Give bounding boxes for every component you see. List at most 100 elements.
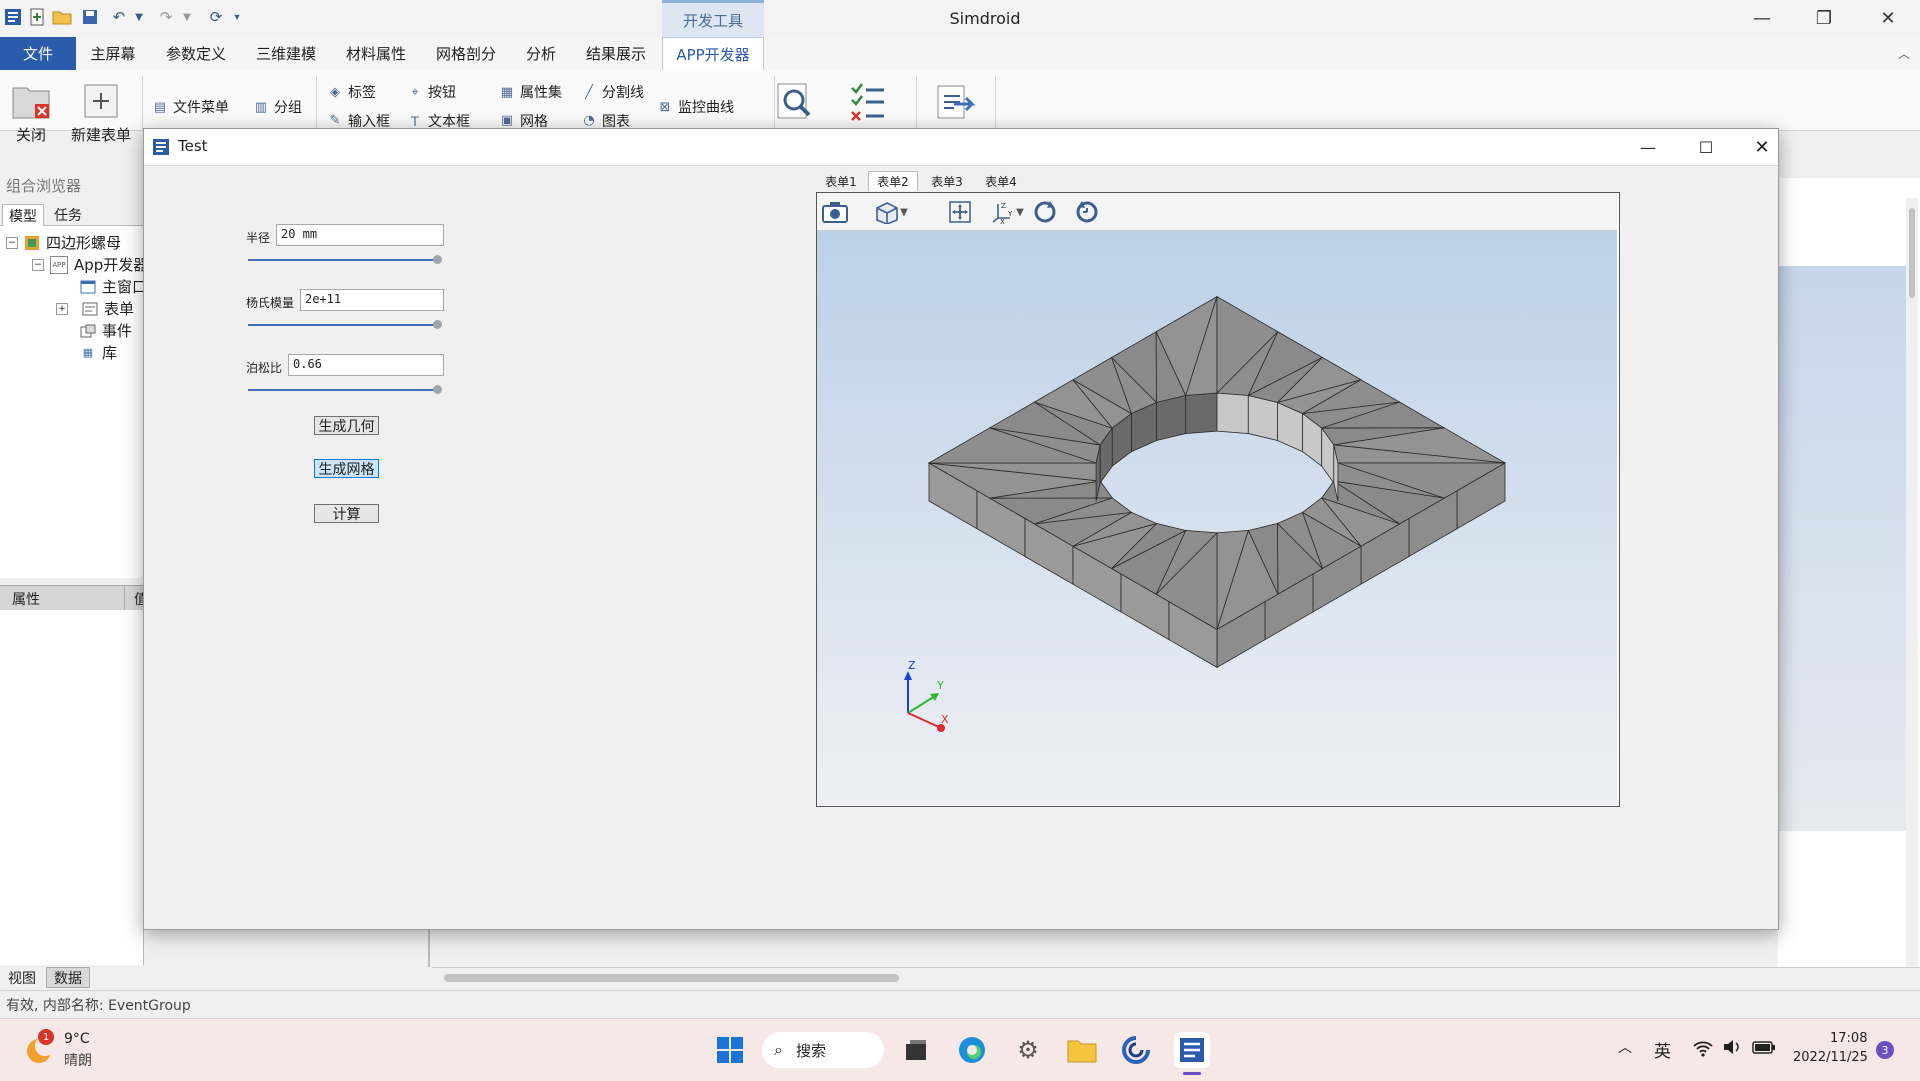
tree-node-event[interactable]: 事件: [80, 320, 132, 341]
clock-date[interactable]: 2022/11/25: [1793, 1050, 1868, 1065]
form-tab-4[interactable]: 表单4: [976, 171, 1026, 191]
tab-3d-modeling[interactable]: 三维建模: [246, 37, 326, 70]
tab-data[interactable]: 数据: [46, 967, 90, 988]
close-button[interactable]: ✕: [1860, 0, 1916, 37]
input-widget-button[interactable]: ✎ 输入框: [326, 112, 390, 129]
edge-browser-icon[interactable]: [954, 1032, 990, 1068]
youngs-modulus-slider[interactable]: [248, 324, 436, 326]
button-widget-button[interactable]: ⌖ 按钮: [406, 82, 456, 102]
axis-dropdown-icon[interactable]: ▼: [1013, 199, 1027, 225]
mesh-widget-button[interactable]: ▣ 网格: [498, 112, 548, 129]
volume-icon[interactable]: [1722, 1038, 1742, 1060]
form-tab-1[interactable]: 表单1: [816, 171, 866, 191]
undo-dropdown-icon[interactable]: ▼: [128, 6, 150, 28]
property-set-button[interactable]: ▦ 属性集: [498, 82, 562, 102]
chart-widget-button[interactable]: ◔ 图表: [580, 112, 630, 129]
customize-toolbar-icon[interactable]: ▾: [226, 6, 248, 28]
textbox-widget-button[interactable]: Ｔ 文本框: [406, 112, 470, 130]
expand-icon[interactable]: +: [56, 302, 68, 315]
poisson-ratio-slider-thumb[interactable]: [433, 385, 442, 394]
clock-time[interactable]: 17:08: [1830, 1031, 1867, 1046]
group-button[interactable]: ▥ 分组: [252, 97, 302, 117]
tab-view[interactable]: 视图: [2, 968, 42, 988]
tab-task[interactable]: 任务: [48, 204, 88, 225]
settings-gear-icon[interactable]: ⚙: [1010, 1032, 1046, 1068]
horizontal-scrollbar[interactable]: [432, 967, 1920, 988]
compute-button[interactable]: 计算: [314, 504, 379, 523]
form-tab-3[interactable]: 表单3: [922, 171, 972, 191]
dialog-maximize-button[interactable]: ☐: [1686, 131, 1726, 163]
mesh-model[interactable]: Z Y X: [817, 231, 1617, 805]
tab-material[interactable]: 材料属性: [336, 37, 416, 70]
tree-node-app[interactable]: − APP App开发器: [32, 254, 143, 275]
tab-app-developer[interactable]: APP开发器: [662, 37, 764, 70]
tab-analysis[interactable]: 分析: [516, 37, 566, 70]
checklist-button[interactable]: [848, 82, 888, 126]
scrollbar-thumb[interactable]: [1909, 208, 1915, 298]
save-icon[interactable]: [79, 6, 101, 28]
undo-icon[interactable]: ↶: [108, 6, 130, 28]
wifi-icon[interactable]: [1692, 1039, 1714, 1061]
file-explorer-icon[interactable]: [1064, 1032, 1100, 1068]
new-form-button[interactable]: 新建表单: [68, 70, 134, 145]
monitor-curve-button[interactable]: ⊠ 监控曲线: [656, 97, 734, 117]
poisson-ratio-slider[interactable]: [248, 389, 436, 391]
generate-geometry-button[interactable]: 生成几何: [314, 416, 379, 435]
radius-input[interactable]: 20 mm: [276, 224, 444, 246]
vertical-scrollbar[interactable]: [1906, 198, 1918, 968]
redo-dropdown-icon[interactable]: ▼: [176, 6, 198, 28]
show-hidden-icons[interactable]: ︿: [1618, 1037, 1632, 1057]
refresh-icon[interactable]: ⟳: [205, 6, 227, 28]
restore-button[interactable]: ❐: [1796, 0, 1852, 37]
task-view-icon[interactable]: [898, 1032, 934, 1068]
preview-button[interactable]: [774, 82, 814, 126]
camera-icon[interactable]: [821, 199, 849, 225]
hscroll-thumb[interactable]: [444, 974, 899, 982]
splitter-button[interactable]: ╱ 分割线: [580, 82, 644, 102]
radius-slider[interactable]: [248, 259, 436, 261]
tab-home[interactable]: 主屏幕: [80, 37, 146, 70]
radius-slider-thumb[interactable]: [433, 255, 442, 264]
start-icon[interactable]: [712, 1032, 748, 1068]
ime-indicator[interactable]: 英: [1654, 1037, 1671, 1062]
column-divider[interactable]: [124, 586, 125, 610]
tab-parameters[interactable]: 参数定义: [156, 37, 236, 70]
dialog-minimize-button[interactable]: —: [1628, 131, 1668, 163]
open-folder-icon[interactable]: [51, 6, 73, 28]
label-widget-button[interactable]: ◈ 标签: [326, 82, 376, 102]
tab-file[interactable]: 文件: [0, 37, 76, 70]
3d-viewport[interactable]: Z Y X: [817, 231, 1617, 805]
form-tab-2[interactable]: 表单2: [868, 171, 918, 191]
battery-icon[interactable]: [1752, 1038, 1776, 1060]
fit-all-icon[interactable]: [946, 199, 974, 225]
rotate-ccw-icon[interactable]: [1073, 199, 1101, 225]
tree-node-form[interactable]: + 表单: [56, 298, 134, 319]
tree-node-library[interactable]: ▦ 库: [80, 342, 117, 363]
tab-results[interactable]: 结果展示: [576, 37, 656, 70]
tree-node-main-window[interactable]: 主窗口: [80, 276, 143, 297]
tree-node-root[interactable]: − 四边形螺母: [6, 232, 121, 253]
collapse-icon[interactable]: −: [6, 236, 18, 249]
property-grid[interactable]: [0, 610, 144, 965]
rotate-cw-icon[interactable]: [1031, 199, 1059, 225]
view-dropdown-icon[interactable]: ▼: [897, 199, 911, 225]
export-app-button[interactable]: [932, 82, 976, 126]
generate-mesh-button[interactable]: 生成网格: [314, 459, 379, 478]
youngs-modulus-input[interactable]: 2e+11: [300, 289, 444, 311]
weather-widget[interactable]: 1: [22, 1029, 56, 1067]
youngs-modulus-slider-thumb[interactable]: [433, 320, 442, 329]
collapse-icon[interactable]: −: [32, 258, 44, 271]
close-form-button[interactable]: 关闭: [6, 70, 56, 145]
new-file-icon[interactable]: [26, 6, 48, 28]
simdroid-taskbar-icon[interactable]: [1174, 1032, 1210, 1068]
tab-meshing[interactable]: 网格剖分: [426, 37, 506, 70]
dialog-close-button[interactable]: ✕: [1742, 131, 1782, 163]
tab-model[interactable]: 模型: [2, 204, 44, 226]
redo-icon[interactable]: ↷: [155, 6, 177, 28]
file-menu-button[interactable]: ▤ 文件菜单: [151, 97, 229, 117]
taskbar-search[interactable]: ⌕ 搜索: [762, 1032, 884, 1068]
minimize-button[interactable]: —: [1734, 0, 1790, 37]
app-swirl-icon[interactable]: [1118, 1032, 1154, 1068]
notification-badge[interactable]: 3: [1876, 1041, 1894, 1059]
poisson-ratio-input[interactable]: 0.66: [288, 354, 444, 376]
